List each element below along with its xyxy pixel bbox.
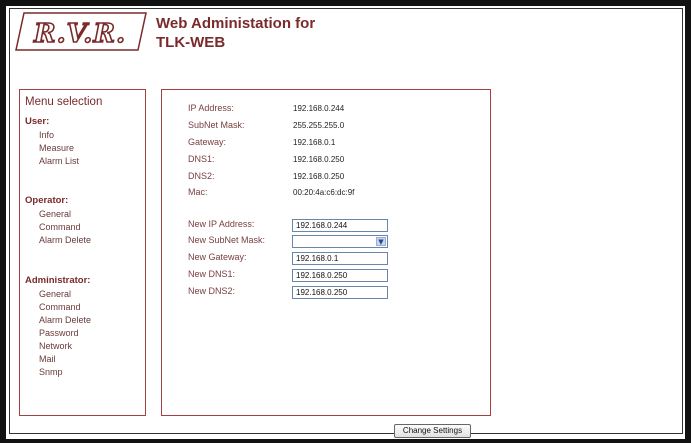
logo-text: R.V.R. xyxy=(33,19,126,49)
menu-panel: Menu selection User: Info Measure Alarm … xyxy=(19,89,146,416)
subnet-mask-value: 255.255.255.0 xyxy=(293,121,345,130)
menu-item-admin-password[interactable]: Password xyxy=(39,328,79,338)
menu-item-admin-general[interactable]: General xyxy=(39,289,71,299)
menu-title: Menu selection xyxy=(25,96,103,108)
page-title: Web Administation for TLK-WEB xyxy=(156,14,315,52)
menu-item-admin-snmp[interactable]: Snmp xyxy=(39,367,63,377)
menu-item-admin-mail[interactable]: Mail xyxy=(39,354,56,364)
menu-item-admin-network[interactable]: Network xyxy=(39,341,72,351)
menu-item-admin-command[interactable]: Command xyxy=(39,302,81,312)
new-dns2-input[interactable] xyxy=(292,286,388,299)
new-ip-input[interactable] xyxy=(292,219,388,232)
dns2-label: DNS2: xyxy=(188,171,215,181)
change-settings-button[interactable]: Change Settings xyxy=(394,424,471,438)
new-dns2-label: New DNS2: xyxy=(188,286,236,296)
mac-value: 00:20:4a:c6:dc:9f xyxy=(293,188,355,197)
menu-item-operator-alarm-delete[interactable]: Alarm Delete xyxy=(39,235,91,245)
menu-group-operator: Operator: xyxy=(25,195,69,206)
page-title-line1: Web Administation for xyxy=(156,15,316,32)
new-gateway-input[interactable] xyxy=(292,252,388,265)
menu-item-user-measure[interactable]: Measure xyxy=(39,143,74,153)
gateway-value: 192.168.0.1 xyxy=(293,138,336,147)
new-dns1-label: New DNS1: xyxy=(188,269,236,279)
ip-address-value: 192.168.0.244 xyxy=(293,104,345,113)
menu-item-operator-command[interactable]: Command xyxy=(39,222,81,232)
ip-address-label: IP Address: xyxy=(188,103,234,113)
menu-item-admin-alarm-delete[interactable]: Alarm Delete xyxy=(39,315,91,325)
gateway-label: Gateway: xyxy=(188,137,227,147)
new-dns1-input[interactable] xyxy=(292,269,388,282)
page-title-line2: TLK-WEB xyxy=(156,34,226,51)
menu-item-operator-general[interactable]: General xyxy=(39,209,71,219)
dns1-value: 192.168.0.250 xyxy=(293,155,345,164)
chevron-down-icon[interactable]: ▼ xyxy=(376,237,386,246)
menu-item-user-info[interactable]: Info xyxy=(39,130,54,140)
new-subnet-label: New SubNet Mask: xyxy=(188,235,266,245)
new-subnet-select[interactable]: ▼ xyxy=(292,235,388,248)
menu-item-user-alarm-list[interactable]: Alarm List xyxy=(39,156,79,166)
new-ip-label: New IP Address: xyxy=(188,219,255,229)
menu-group-user: User: xyxy=(25,116,50,127)
subnet-mask-label: SubNet Mask: xyxy=(188,120,245,130)
dns2-value: 192.168.0.250 xyxy=(293,172,345,181)
network-panel: IP Address: 192.168.0.244 SubNet Mask: 2… xyxy=(161,89,491,416)
dns1-label: DNS1: xyxy=(188,154,215,164)
menu-group-administrator: Administrator: xyxy=(25,275,91,286)
mac-label: Mac: xyxy=(188,187,208,197)
rvr-logo: R.V.R. xyxy=(14,11,148,52)
new-gateway-label: New Gateway: xyxy=(188,252,247,262)
